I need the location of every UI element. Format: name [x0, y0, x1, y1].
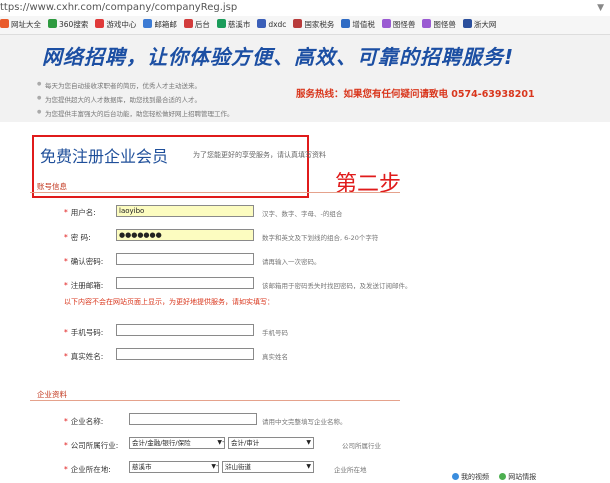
address-bar[interactable]: ttps://www.cxhr.com/company/companyReg.j… — [0, 0, 610, 16]
status-bar: 我的视频 网站情报 — [452, 471, 610, 483]
company-name-hint: 请用中文完整填写企业名称。 — [262, 418, 347, 426]
news-link[interactable]: 网站情报 — [508, 473, 536, 481]
url-text[interactable]: ttps://www.cxhr.com/company/companyReg.j… — [0, 2, 237, 13]
location-select-district[interactable]: 浒山街道 ▼ — [222, 461, 314, 473]
real-name-label: * 真实姓名: — [64, 352, 104, 361]
chevron-down-icon: ▼ — [306, 439, 311, 446]
password-hint: 数字和英文及下划线的组合, 6-20个字符 — [262, 234, 379, 242]
bookmark-icon — [143, 19, 153, 28]
company-name-input[interactable] — [129, 413, 257, 425]
banner-bullet: 为您提供丰富强大的后台功能，助您轻松做好网上招聘管理工作。 — [37, 108, 233, 118]
section-divider — [30, 400, 400, 401]
bookmark-icon — [381, 19, 391, 28]
email-hint: 该邮箱用于密码丢失时找回密码，及发送订阅邮件。 — [262, 282, 412, 290]
industry-label: * 公司所属行业: — [64, 441, 119, 450]
bookmark-item[interactable]: 图怪兽 — [381, 16, 416, 34]
section-divider — [30, 192, 400, 193]
bookmark-label: 浙大网 — [473, 20, 497, 29]
bookmark-icon — [0, 19, 9, 28]
bookmark-label: 后台 — [194, 20, 210, 29]
step-annotation: 第二步 — [335, 172, 402, 197]
bookmark-label: 慈溪市 — [227, 20, 251, 29]
email-label: * 注册邮箱: — [64, 281, 104, 290]
bookmark-label: dxdc — [268, 20, 287, 29]
bookmark-icon — [48, 19, 57, 28]
industry-hint: 公司所属行业 — [342, 442, 381, 450]
news-icon — [499, 473, 507, 480]
location-hint: 企业所在地 — [334, 466, 367, 474]
bookmark-label: 360搜索 — [59, 20, 89, 29]
bookmark-label: 图怪兽 — [392, 20, 416, 29]
page-title: 免费注册企业会员 — [40, 147, 169, 166]
industry-select-primary[interactable]: 会计/金融/银行/保险 ▼ — [129, 437, 225, 449]
username-label: * 用户名: — [64, 208, 96, 217]
hotline: 服务热线：如果您有任何疑问请致电 0574-63938201 — [296, 89, 535, 100]
section-title-account: 账号信息 — [37, 182, 67, 191]
company-name-label: * 企业名称: — [64, 417, 104, 426]
dropdown-arrow-icon[interactable]: ▼ — [597, 0, 604, 16]
page-subtitle: 为了您能更好的享受服务，请认真填写资料 — [193, 151, 326, 159]
bookmark-item[interactable]: 游戏中心 — [95, 16, 136, 34]
banner-bullet: 为您提供超大的人才数据库，助您找到最合适的人才。 — [37, 94, 201, 104]
bookmark-item[interactable]: 邮箱邮 — [143, 16, 177, 34]
bookmark-icon — [95, 19, 105, 28]
bookmark-item[interactable]: 浙大网 — [462, 16, 497, 34]
bookmark-item[interactable]: 后台 — [183, 16, 210, 34]
confirm-password-label: * 确认密码: — [64, 257, 104, 266]
real-name-input[interactable] — [116, 348, 254, 360]
real-name-hint: 真实姓名 — [262, 353, 288, 361]
bookmark-item[interactable]: dxdc — [257, 16, 286, 34]
bookmark-item[interactable]: 增值税 — [341, 16, 375, 34]
bookmarks-bar: 网址大全 360搜索 游戏中心 邮箱邮 后台 慈溪市 dxdc 国家税务 增值税 图怪兽 图怪兽 浙大… — [0, 16, 610, 35]
username-hint: 汉字、数字、字母、-的组合 — [262, 210, 343, 218]
location-label: * 企业所在地: — [64, 465, 111, 474]
mobile-label: * 手机号码: — [64, 328, 104, 337]
bookmark-icon — [422, 19, 432, 28]
username-input[interactable]: laoyibo — [116, 205, 254, 217]
bookmark-label: 网址大全 — [11, 20, 41, 29]
bookmark-icon — [216, 19, 226, 28]
bookmark-item[interactable]: 网址大全 — [0, 16, 41, 34]
bookmark-icon — [293, 19, 303, 28]
bookmark-icon — [257, 19, 267, 28]
bookmark-item[interactable]: 国家税务 — [293, 16, 334, 34]
password-input[interactable]: ●●●●●●● — [116, 229, 254, 241]
bookmark-label: 增值税 — [352, 20, 375, 29]
bookmark-label: 图怪兽 — [433, 20, 456, 29]
chevron-down-icon: ▼ — [306, 463, 311, 470]
video-icon — [452, 473, 459, 480]
confirm-password-hint: 请再输入一次密码。 — [262, 258, 321, 266]
bookmark-label: 国家税务 — [304, 20, 335, 29]
bookmark-icon — [183, 19, 193, 28]
email-input[interactable] — [116, 277, 254, 289]
confirm-password-input[interactable] — [116, 253, 254, 265]
privacy-warning: 以下内容不会在网站页面上显示，为更好地提供服务，请如实填写： — [64, 298, 274, 306]
password-label: * 密 码: — [64, 233, 91, 242]
bookmark-item[interactable]: 慈溪市 — [216, 16, 251, 34]
banner-bullet: 每天为您自动接收求职者的简历，优秀人才主动送来。 — [37, 80, 201, 90]
industry-select-secondary[interactable]: 会计/审计 ▼ — [228, 437, 314, 449]
section-title-company: 企业资料 — [37, 390, 67, 399]
bookmark-item[interactable]: 图怪兽 — [422, 16, 456, 34]
mobile-input[interactable] — [116, 324, 254, 336]
bookmark-label: 邮箱邮 — [154, 20, 177, 29]
mobile-hint: 手机号码 — [262, 329, 288, 337]
bookmark-icon — [462, 19, 472, 28]
my-video-link[interactable]: 我的视频 — [461, 473, 489, 481]
bookmark-label: 游戏中心 — [106, 20, 137, 29]
bookmark-icon — [341, 19, 351, 28]
banner-slogan: 网络招聘，让你体验方便、高效、可靠的招聘服务! — [42, 45, 515, 69]
location-select-city[interactable]: 慈溪市 ▼ — [129, 461, 219, 473]
bookmark-item[interactable]: 360搜索 — [48, 16, 88, 34]
